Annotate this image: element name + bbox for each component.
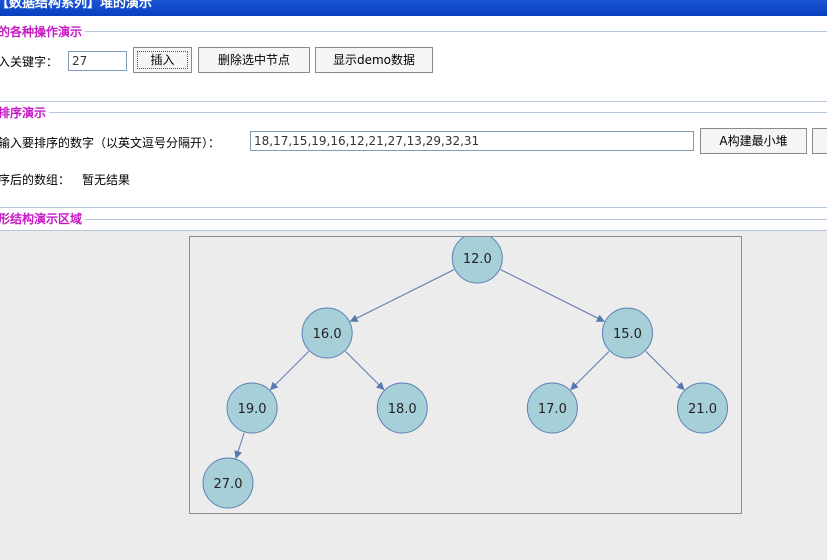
tree-edge — [349, 269, 455, 322]
tree-node[interactable]: 19.0 — [226, 382, 278, 434]
tree-node-label: 27.0 — [214, 477, 243, 492]
tree-node[interactable]: 12.0 — [451, 237, 503, 284]
key-input[interactable] — [68, 51, 127, 71]
tree-node-label: 19.0 — [238, 402, 267, 417]
tree-edge — [269, 351, 310, 391]
sorted-array-label: 序后的数组： — [0, 173, 71, 187]
title-bar: 【数据结构系列】堆的演示 — [0, 0, 827, 16]
tree-node-label: 21.0 — [688, 402, 717, 417]
tree-edge — [645, 351, 685, 391]
tree-edge — [345, 351, 385, 391]
tree-section-title: 形结构演示区域 — [0, 210, 86, 227]
tree-node-label: 12.0 — [463, 252, 492, 267]
tree-separator-top — [0, 207, 827, 208]
tree-node[interactable]: 27.0 — [202, 457, 254, 509]
tree-node-label: 18.0 — [388, 402, 417, 417]
insert-button[interactable]: 插入 — [133, 47, 192, 73]
operations-separator — [0, 31, 827, 32]
tree-edge — [500, 269, 605, 322]
tree-node-label: 17.0 — [538, 402, 567, 417]
sorted-array-result: 暂无结果 — [82, 173, 131, 187]
sort-separator-top — [0, 101, 827, 102]
sort-separator — [0, 112, 827, 113]
tree-node[interactable]: 21.0 — [677, 382, 729, 434]
next-sort-button[interactable] — [812, 128, 827, 154]
tree-node[interactable]: 17.0 — [526, 382, 578, 434]
key-label: 入关键字： — [0, 55, 59, 69]
tree-separator — [0, 219, 827, 220]
tree-canvas[interactable]: 12.0 16.0 15.0 19.0 18.0 17.0 21.0 27.0 — [189, 236, 742, 514]
tree-node-label: 15.0 — [613, 327, 642, 342]
sort-section-title: 排序演示 — [0, 104, 50, 121]
delete-selected-node-button[interactable]: 删除选中节点 — [198, 47, 310, 73]
sort-input-label: 输入要排序的数字（以英文逗号分隔开）： — [0, 136, 221, 150]
tree-node-label: 16.0 — [313, 327, 342, 342]
operations-section-title: 的各种操作演示 — [0, 23, 86, 40]
sort-numbers-input[interactable] — [250, 131, 694, 151]
tree-node[interactable]: 15.0 — [601, 307, 653, 359]
tree-edge — [570, 351, 610, 391]
tree-node[interactable]: 16.0 — [301, 307, 353, 359]
tree-edge — [234, 432, 245, 460]
window-title: 【数据结构系列】堆的演示 — [0, 0, 153, 11]
show-demo-data-button[interactable]: 显示demo数据 — [315, 47, 433, 73]
build-min-heap-button[interactable]: A构建最小堆 — [700, 128, 807, 154]
heap-tree-graph[interactable]: 12.0 16.0 15.0 19.0 18.0 17.0 21.0 27.0 — [190, 237, 741, 513]
tree-node[interactable]: 18.0 — [376, 382, 428, 434]
